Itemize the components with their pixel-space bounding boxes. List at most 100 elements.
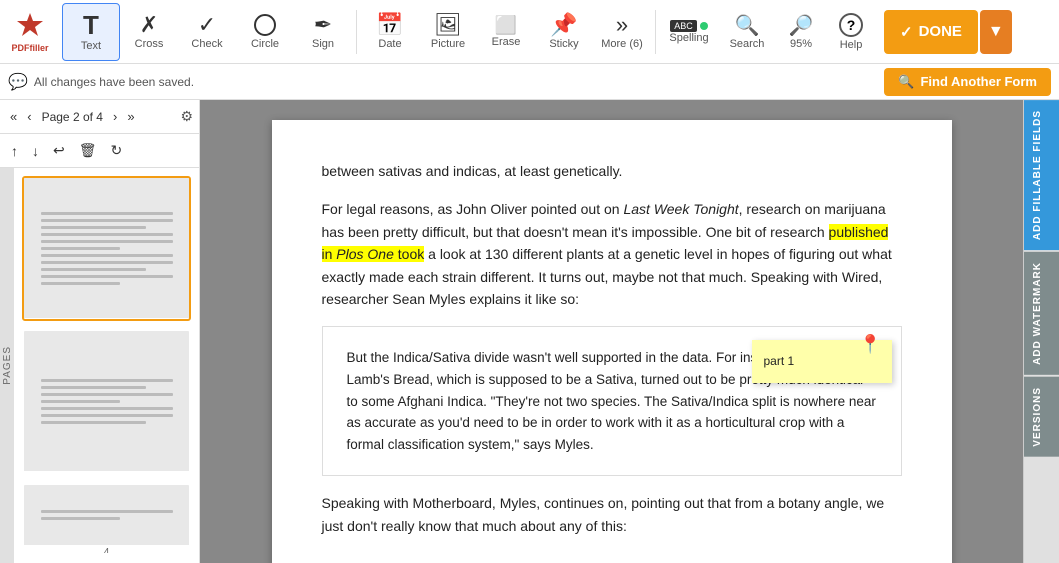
italic-text: Last Week Tonight bbox=[623, 201, 738, 217]
highlighted-text: published in Plos One took bbox=[322, 224, 889, 262]
versions-tab-label: VERSIONS bbox=[1032, 387, 1043, 447]
picture-icon: 🖼 bbox=[434, 14, 462, 36]
pdf-paragraph-2: For legal reasons, as John Oliver pointe… bbox=[322, 198, 902, 310]
done-dropdown-icon: ▼ bbox=[988, 23, 1004, 41]
erase-tool-label: Erase bbox=[492, 36, 521, 48]
page-indicator: Page 2 of 4 bbox=[38, 110, 107, 124]
next-page-button[interactable]: › bbox=[109, 107, 121, 126]
toolbar-divider-2 bbox=[655, 10, 656, 54]
search-icon: 🔍 bbox=[735, 13, 760, 38]
done-dropdown-button[interactable]: ▼ bbox=[980, 10, 1012, 54]
delete-button[interactable]: 🗑 bbox=[74, 140, 102, 161]
check-tool[interactable]: ✓ Check bbox=[178, 3, 236, 61]
circle-tool[interactable]: Circle bbox=[236, 3, 294, 61]
date-tool-label: Date bbox=[378, 38, 401, 50]
zoom-tool[interactable]: 🔎 95% bbox=[776, 3, 826, 61]
spelling-label: Spelling bbox=[669, 32, 708, 44]
find-another-form-button[interactable]: 🔍 Find Another Form bbox=[884, 68, 1051, 96]
status-icon: 💬 bbox=[8, 72, 28, 92]
undo-button[interactable]: ↩ bbox=[48, 140, 70, 161]
search-form-icon: 🔍 bbox=[898, 74, 914, 90]
more-icon: » bbox=[616, 14, 628, 36]
move-up-button[interactable]: ↑ bbox=[6, 141, 23, 161]
refresh-button[interactable]: ↻ bbox=[106, 140, 128, 161]
picture-tool-label: Picture bbox=[431, 38, 465, 50]
right-sidebar: ADD FILLABLE FIELDS ADD WATERMARK VERSIO… bbox=[1023, 100, 1059, 563]
content-area: between sativas and indicas, at least ge… bbox=[200, 100, 1023, 563]
left-panel: « ‹ Page 2 of 4 › » ⚙ ↑ ↓ ↩ 🗑 ↻ PAGES bbox=[0, 100, 200, 563]
page-thumb-2[interactable]: 2 bbox=[22, 176, 191, 321]
circle-icon bbox=[254, 14, 276, 36]
sign-tool-label: Sign bbox=[312, 38, 334, 50]
text-icon: T bbox=[83, 12, 99, 38]
spelling-tool[interactable]: ABC Spelling bbox=[660, 3, 718, 61]
versions-tab[interactable]: VERSIONS bbox=[1024, 377, 1059, 457]
spelling-status-dot bbox=[700, 22, 708, 30]
page-4-label: 4 bbox=[24, 545, 189, 555]
page-2-label: 2 bbox=[24, 318, 189, 321]
last-page-button[interactable]: » bbox=[123, 107, 138, 126]
sticky-tool[interactable]: 📌 Sticky bbox=[535, 3, 593, 61]
pdf-paragraph-3: Speaking with Motherboard, Myles, contin… bbox=[322, 492, 902, 537]
secondary-toolbar: 💬 All changes have been saved. 🔍 Find An… bbox=[0, 64, 1059, 100]
find-another-form-label: Find Another Form bbox=[920, 74, 1037, 89]
pages-list: 2 3 bbox=[14, 168, 199, 563]
erase-icon: ⬜ bbox=[495, 16, 517, 34]
first-page-button[interactable]: « bbox=[6, 107, 21, 126]
sticky-icon: 📌 bbox=[550, 14, 577, 36]
page-thumb-3[interactable]: 3 bbox=[22, 329, 191, 474]
cross-icon: ✗ bbox=[140, 14, 158, 36]
more-tool-label: More (6) bbox=[601, 38, 643, 50]
watermark-tab-label: ADD WATERMARK bbox=[1032, 262, 1043, 365]
more-tool[interactable]: » More (6) bbox=[593, 3, 651, 61]
cross-tool[interactable]: ✗ Cross bbox=[120, 3, 178, 61]
text-tool[interactable]: T Text bbox=[62, 3, 120, 61]
done-button-label: DONE bbox=[919, 23, 962, 40]
check-tool-label: Check bbox=[191, 38, 222, 50]
page-tools: ↑ ↓ ↩ 🗑 ↻ bbox=[0, 134, 199, 168]
fillable-fields-tab[interactable]: ADD FILLABLE FIELDS bbox=[1024, 100, 1059, 250]
zoom-icon: 🔎 bbox=[789, 13, 814, 38]
cross-tool-label: Cross bbox=[135, 38, 164, 50]
app-logo: PDFfiller bbox=[8, 11, 52, 53]
sticky-note[interactable]: 📍 part 1 bbox=[752, 340, 892, 383]
pdf-page: between sativas and indicas, at least ge… bbox=[272, 120, 952, 563]
page-3-label: 3 bbox=[24, 471, 189, 474]
sticky-pin-icon: 📍 bbox=[859, 330, 881, 359]
sign-icon: ✒ bbox=[314, 14, 332, 36]
date-icon: 📅 bbox=[376, 14, 403, 36]
help-icon: ? bbox=[839, 13, 863, 37]
circle-tool-label: Circle bbox=[251, 38, 279, 50]
move-down-button[interactable]: ↓ bbox=[27, 141, 44, 161]
text-tool-label: Text bbox=[81, 40, 101, 52]
done-checkmark-icon: ✓ bbox=[900, 23, 913, 41]
done-button[interactable]: ✓ DONE bbox=[884, 10, 978, 54]
picture-tool[interactable]: 🖼 Picture bbox=[419, 3, 477, 61]
watermark-tab[interactable]: ADD WATERMARK bbox=[1024, 252, 1059, 375]
check-icon: ✓ bbox=[198, 14, 216, 36]
erase-tool[interactable]: ⬜ Erase bbox=[477, 3, 535, 61]
settings-button[interactable]: ⚙ bbox=[180, 108, 193, 125]
search-label: Search bbox=[730, 38, 765, 50]
logo-text: PDFfiller bbox=[11, 43, 48, 53]
help-label: Help bbox=[840, 39, 863, 51]
pages-side-label: PAGES bbox=[0, 338, 17, 393]
pdf-paragraph-1: between sativas and indicas, at least ge… bbox=[322, 160, 902, 182]
page-thumb-4[interactable]: 4 bbox=[22, 483, 191, 555]
help-tool[interactable]: ? Help bbox=[826, 3, 876, 61]
spelling-badge: ABC bbox=[670, 20, 697, 32]
sign-tool[interactable]: ✒ Sign bbox=[294, 3, 352, 61]
zoom-label: 95% bbox=[790, 38, 812, 50]
sticky-tool-label: Sticky bbox=[549, 38, 578, 50]
main-area: « ‹ Page 2 of 4 › » ⚙ ↑ ↓ ↩ 🗑 ↻ PAGES bbox=[0, 100, 1059, 563]
search-tool[interactable]: 🔍 Search bbox=[718, 3, 776, 61]
page-nav-bar: « ‹ Page 2 of 4 › » ⚙ bbox=[0, 100, 199, 134]
logo-icon bbox=[15, 11, 45, 41]
fillable-fields-tab-label: ADD FILLABLE FIELDS bbox=[1032, 110, 1043, 240]
main-toolbar: PDFfiller T Text ✗ Cross ✓ Check Circle … bbox=[0, 0, 1059, 64]
sticky-note-text: part 1 bbox=[764, 354, 795, 368]
date-tool[interactable]: 📅 Date bbox=[361, 3, 419, 61]
prev-page-button[interactable]: ‹ bbox=[23, 107, 35, 126]
status-text: All changes have been saved. bbox=[34, 75, 194, 89]
toolbar-divider-1 bbox=[356, 10, 357, 54]
